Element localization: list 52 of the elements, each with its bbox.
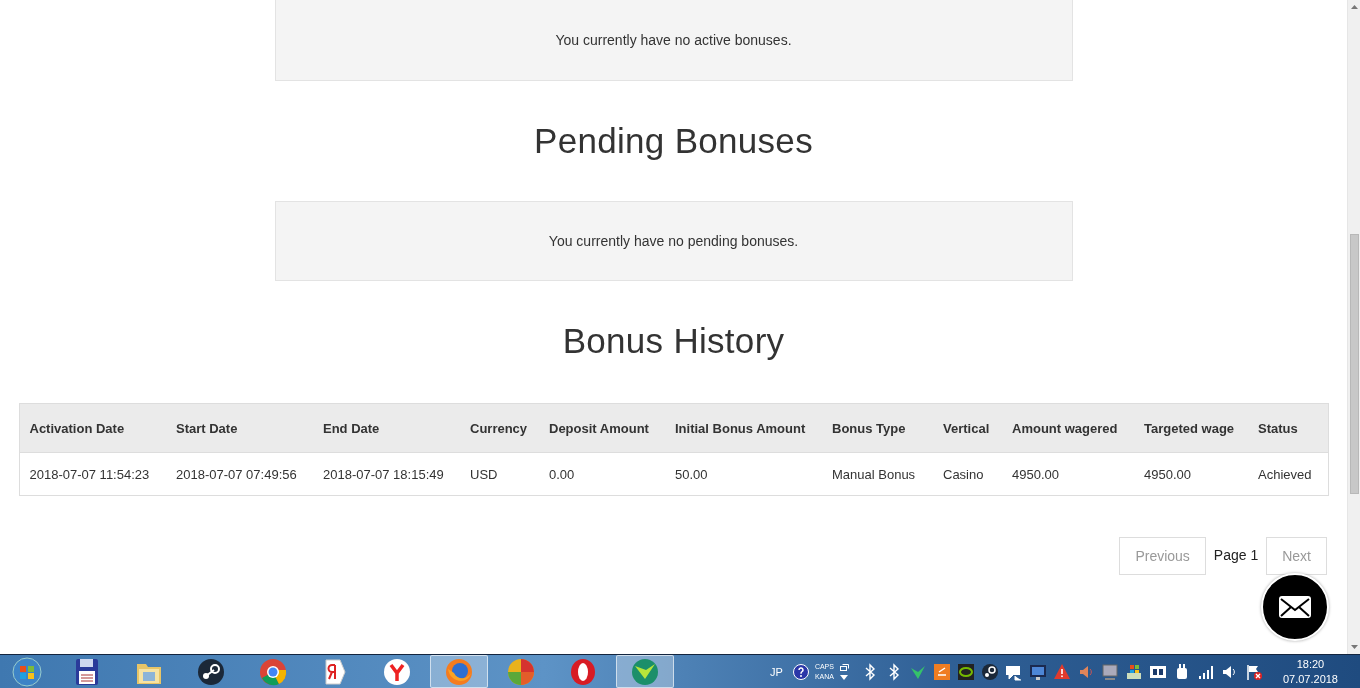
opera-icon bbox=[568, 656, 598, 687]
table-cell: 2018-07-07 07:49:56 bbox=[166, 452, 313, 496]
clock-date[interactable]: 07.07.2018 bbox=[1282, 671, 1338, 687]
scroll-thumb[interactable] bbox=[1349, 234, 1359, 494]
table-cell: 0.00 bbox=[539, 452, 665, 496]
column-header: Bonus Type bbox=[822, 403, 933, 453]
column-header: Deposit Amount bbox=[539, 403, 665, 453]
language-indicator[interactable]: JP bbox=[770, 665, 783, 678]
column-header: Amount wagered bbox=[1002, 403, 1134, 453]
section-heading: Bonus History bbox=[562, 320, 785, 362]
table-cell: Casino bbox=[933, 452, 1002, 496]
section-heading: Pending Bonuses bbox=[534, 120, 813, 162]
chrome-icon bbox=[258, 656, 288, 687]
action-center-icon[interactable] bbox=[1244, 662, 1263, 681]
table-cell: 4950.00 bbox=[1002, 452, 1134, 496]
windows-logo-icon bbox=[12, 656, 42, 687]
table-cell: 2018-07-07 18:15:49 bbox=[313, 452, 460, 496]
column-header: Status bbox=[1248, 403, 1328, 453]
pen-square-icon[interactable] bbox=[932, 662, 951, 681]
warning-icon[interactable] bbox=[1052, 662, 1071, 681]
message-button[interactable] bbox=[1261, 573, 1329, 641]
ball-logo-icon bbox=[630, 656, 660, 687]
page-number: Page 1 bbox=[1213, 547, 1259, 563]
y-circle-icon bbox=[382, 656, 412, 687]
column-header: Initial Bonus Amount bbox=[665, 403, 822, 453]
column-header: Activation Date bbox=[19, 403, 166, 453]
column-header: Targeted wage bbox=[1134, 403, 1248, 453]
envelope-icon bbox=[1278, 595, 1312, 619]
column-header: Vertical bbox=[933, 403, 1002, 453]
help-icon[interactable] bbox=[792, 663, 809, 680]
colorful-ball-icon bbox=[506, 656, 536, 687]
column-header: Start Date bbox=[166, 403, 313, 453]
clock-time[interactable]: 18:20 bbox=[1296, 656, 1325, 672]
notice-text: You currently have no active bonuses. bbox=[555, 32, 792, 48]
table-cell: 50.00 bbox=[665, 452, 822, 496]
notice-text: You currently have no pending bonuses. bbox=[548, 233, 799, 249]
monitor-icon[interactable] bbox=[1028, 662, 1047, 681]
steam-icon[interactable] bbox=[980, 662, 999, 681]
column-header: End Date bbox=[313, 403, 460, 453]
windows-flag-icon[interactable] bbox=[1124, 662, 1143, 681]
column-header: Currency bbox=[460, 403, 539, 453]
display-icon[interactable] bbox=[1100, 662, 1119, 681]
caret-icon[interactable] bbox=[840, 674, 849, 680]
scrollbar[interactable] bbox=[1347, 0, 1360, 654]
table-cell: 2018-07-07 11:54:23 bbox=[19, 452, 166, 496]
table-cell: Achieved bbox=[1248, 452, 1328, 496]
restore-icon[interactable] bbox=[839, 663, 849, 671]
nvidia-icon[interactable] bbox=[956, 662, 975, 681]
table-cell: Manual Bonus bbox=[822, 452, 933, 496]
table-cell: USD bbox=[460, 452, 539, 496]
table-cell: 4950.00 bbox=[1134, 452, 1248, 496]
firefox-icon bbox=[444, 656, 474, 687]
